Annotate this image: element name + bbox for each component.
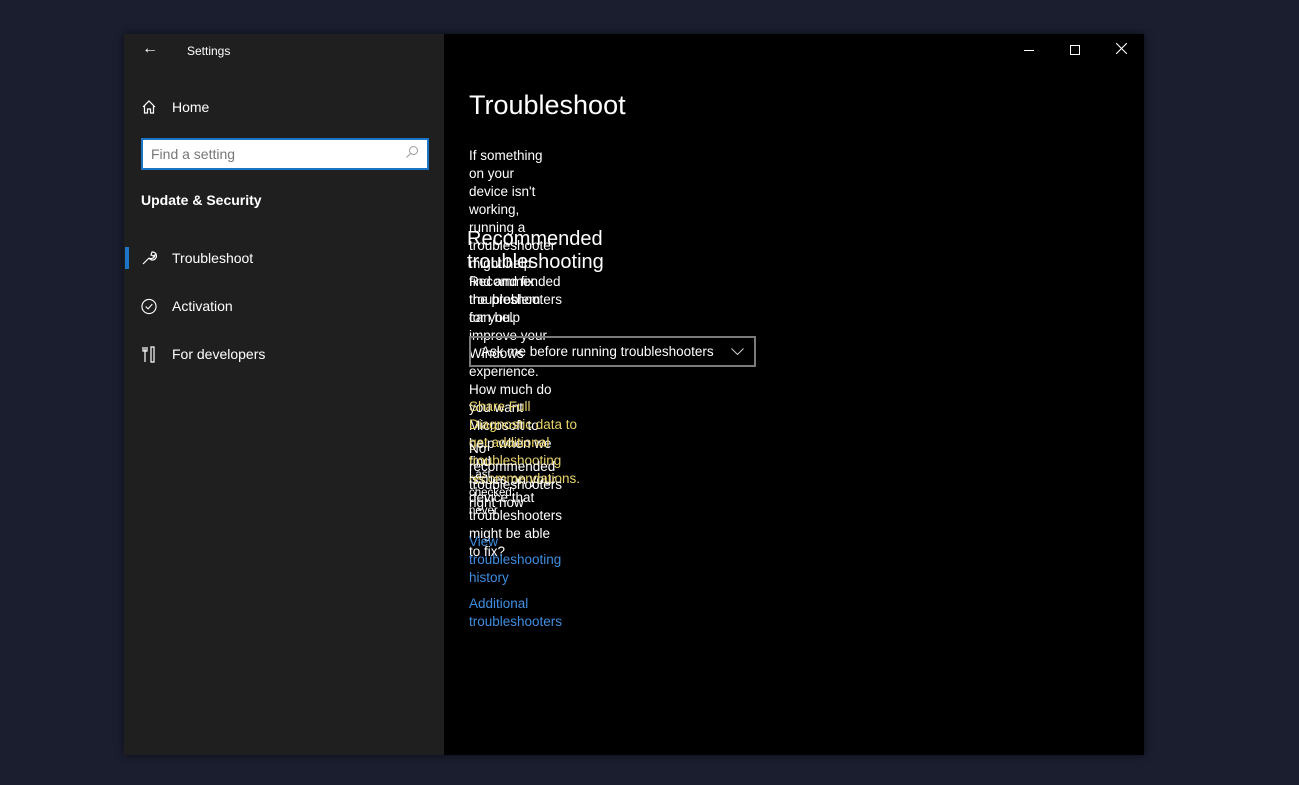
last-checked: Last checked: never <box>469 469 516 517</box>
section-heading: Update & Security <box>141 192 262 208</box>
sidebar-item-home[interactable]: Home <box>141 98 209 116</box>
sidebar-item-for-developers[interactable]: For developers <box>141 345 265 363</box>
settings-window: ← Settings Home Update & Security Troubl… <box>124 34 1144 755</box>
developer-tools-icon <box>141 345 157 363</box>
dropdown-value: Ask me before running troubleshooters <box>481 344 714 359</box>
additional-troubleshooters-link[interactable]: Additional troubleshooters <box>469 595 562 631</box>
home-label: Home <box>172 99 210 115</box>
maximize-icon <box>1070 45 1080 55</box>
close-button[interactable] <box>1098 34 1144 66</box>
app-title: Settings <box>187 44 231 58</box>
activation-label: Activation <box>172 298 233 314</box>
close-icon <box>1115 41 1127 59</box>
search-box[interactable] <box>141 138 429 170</box>
search-icon[interactable] <box>405 145 419 164</box>
sidebar-item-activation[interactable]: Activation <box>141 297 233 315</box>
troubleshoot-label: Troubleshoot <box>172 250 254 266</box>
sidebar: ← Settings Home Update & Security Troubl… <box>124 34 444 755</box>
for-developers-label: For developers <box>172 346 266 362</box>
wrench-icon <box>141 249 157 267</box>
home-icon <box>141 98 157 116</box>
sidebar-item-troubleshoot[interactable]: Troubleshoot <box>141 249 253 267</box>
page-title: Troubleshoot <box>469 90 626 120</box>
back-arrow-icon[interactable]: ← <box>142 40 158 58</box>
maximize-button[interactable] <box>1052 34 1098 66</box>
selection-indicator <box>125 247 129 269</box>
view-history-link[interactable]: View troubleshooting history <box>469 533 561 587</box>
search-input[interactable] <box>151 146 405 162</box>
recommended-heading: Recommended troubleshooting <box>467 228 604 273</box>
check-circle-icon <box>141 297 157 315</box>
minimize-icon <box>1024 49 1034 51</box>
troubleshoot-preference-dropdown[interactable]: Ask me before running troubleshooters <box>469 336 756 367</box>
chevron-down-icon <box>731 344 744 359</box>
minimize-button[interactable] <box>1006 34 1052 66</box>
